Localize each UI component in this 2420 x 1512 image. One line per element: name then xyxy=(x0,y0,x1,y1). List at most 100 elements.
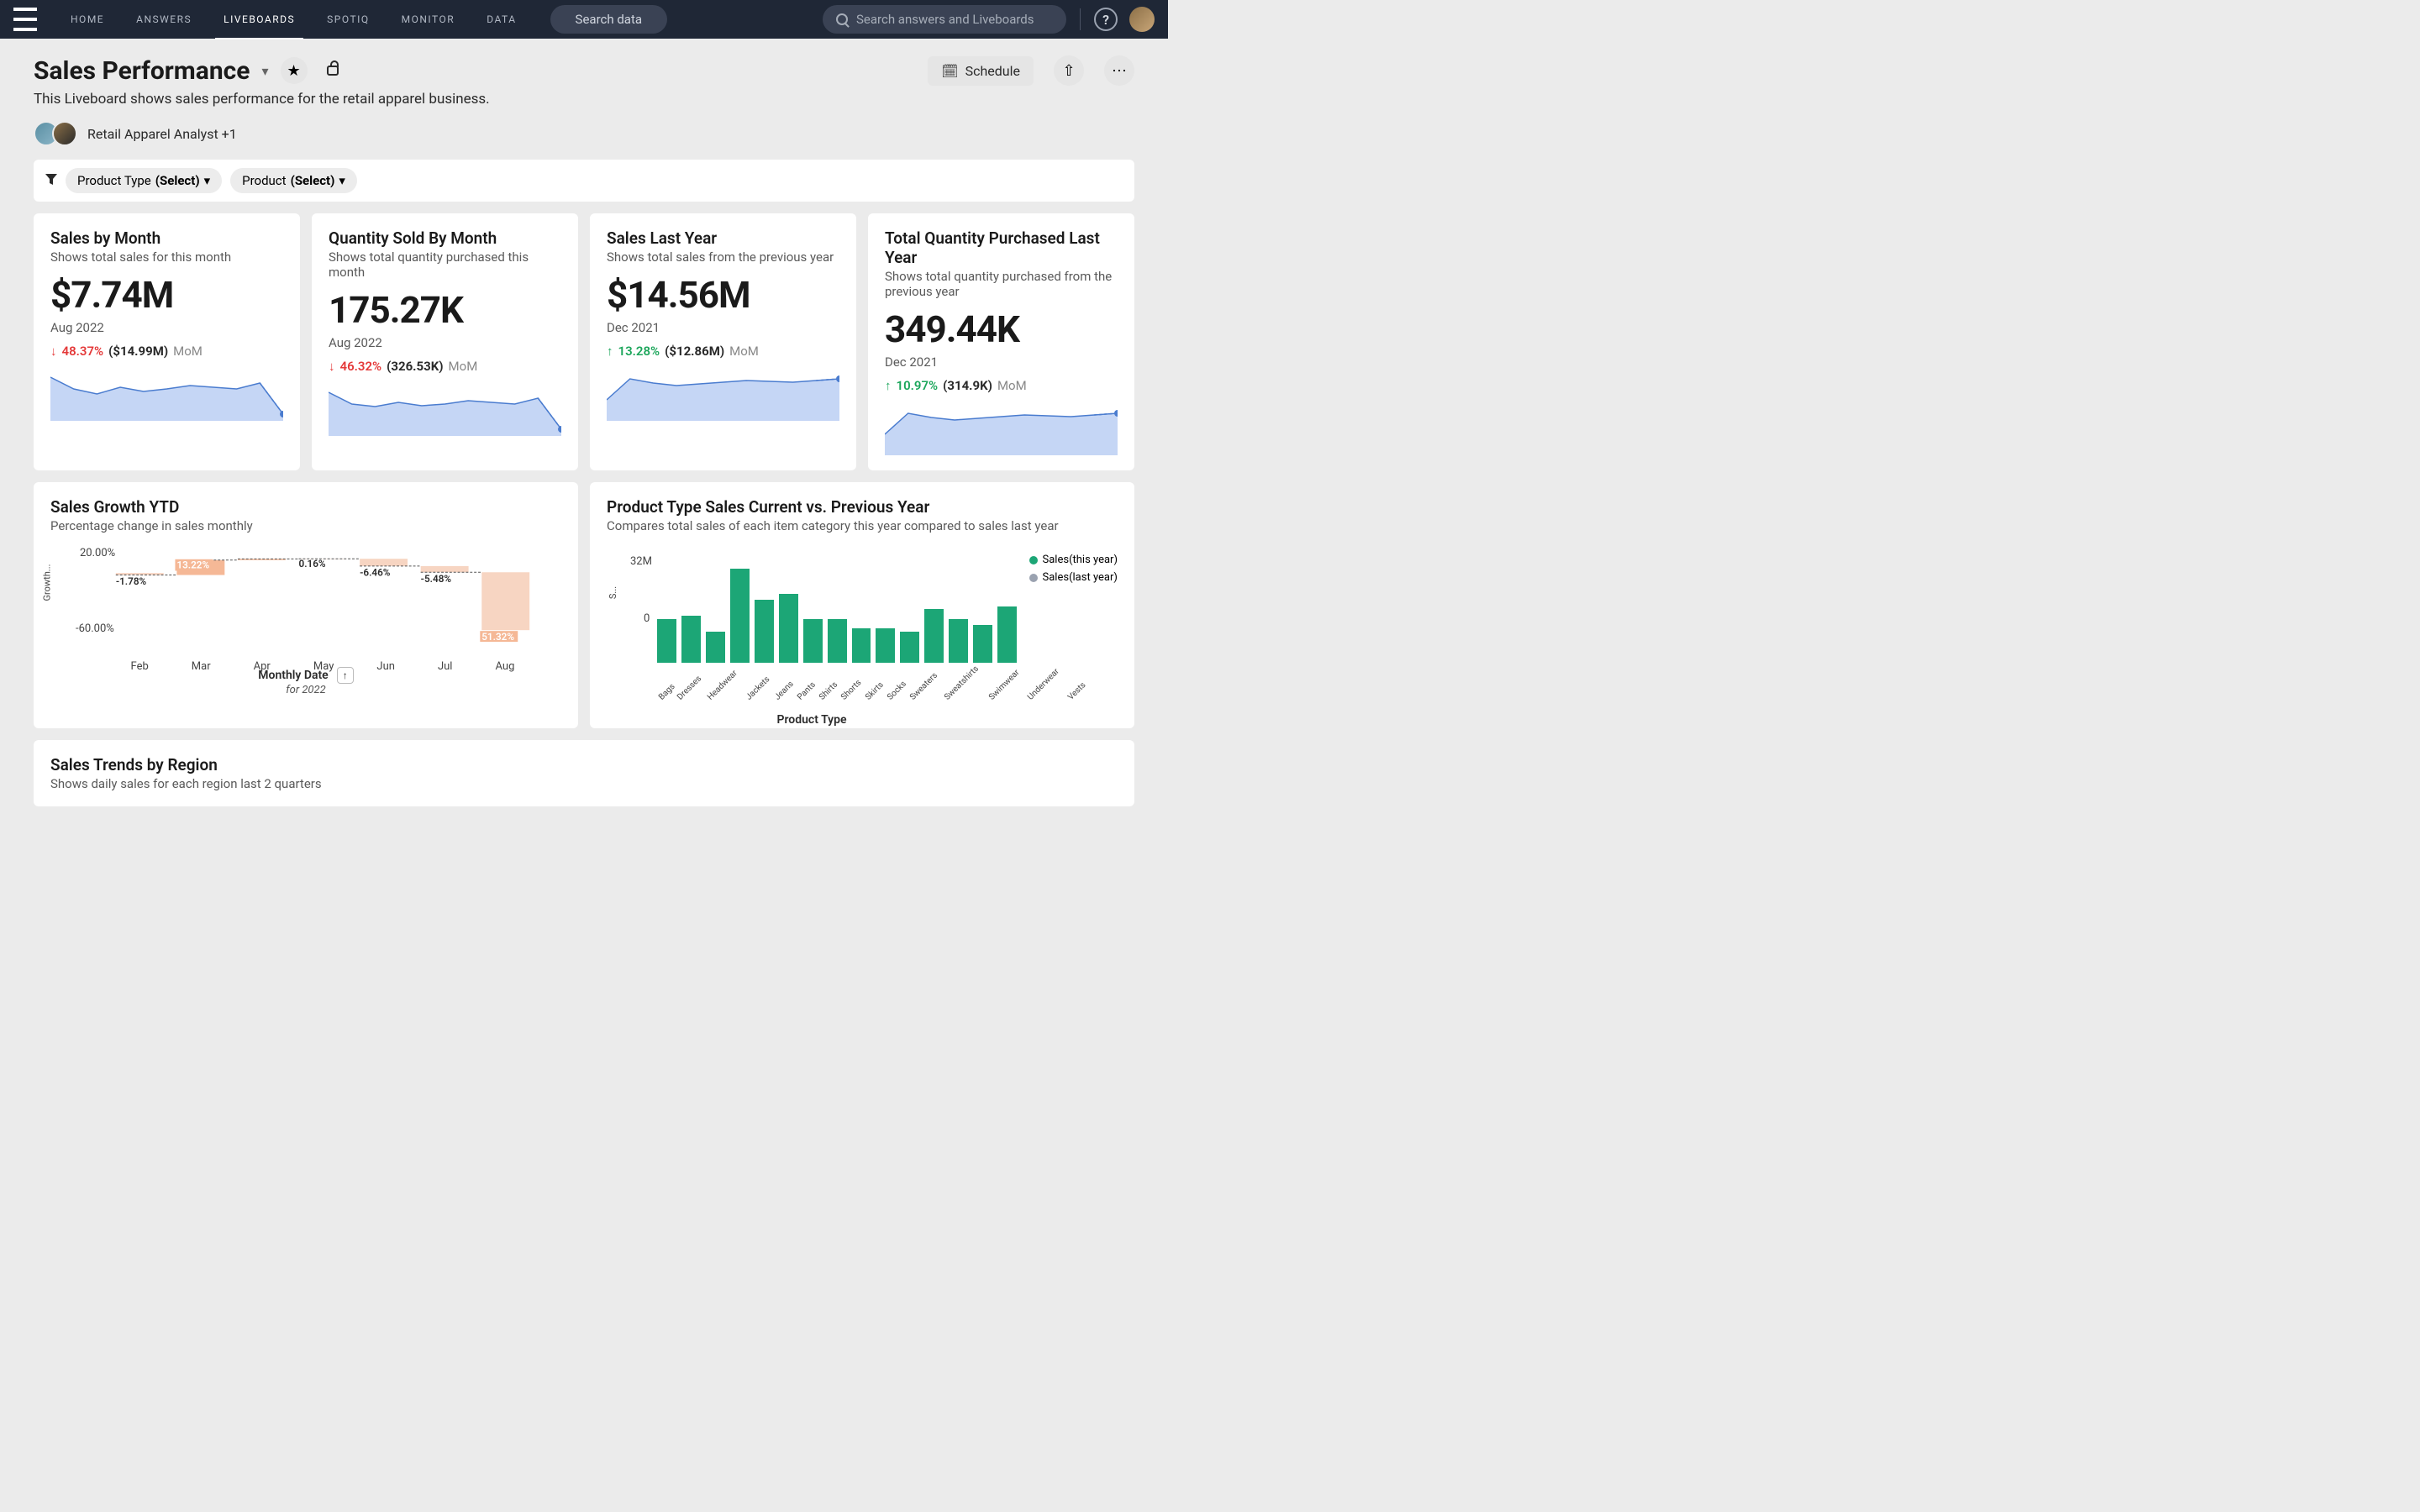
kpi-change: ↓ 48.37% ($14.99M) MoM xyxy=(50,344,283,359)
legend-item[interactable]: Sales(last year) xyxy=(1029,571,1118,584)
search-input[interactable]: Search answers and Liveboards xyxy=(823,5,1066,34)
filter-icon[interactable] xyxy=(45,173,57,189)
lock-indicator[interactable] xyxy=(319,57,346,84)
chart-title: Product Type Sales Current vs. Previous … xyxy=(607,497,1118,517)
bar[interactable] xyxy=(681,616,701,663)
bar[interactable] xyxy=(828,619,847,664)
favorite-button[interactable]: ★ xyxy=(281,57,308,84)
category-label: Sweatshirts xyxy=(943,664,981,702)
arrow-up-icon: ↑ xyxy=(885,378,892,393)
category-label: Underwear xyxy=(1026,667,1061,702)
arrow-down-icon: ↓ xyxy=(50,344,57,359)
nav-data[interactable]: DATA xyxy=(487,1,516,38)
kpi-date: Dec 2021 xyxy=(607,320,839,335)
sort-button[interactable]: ↑ xyxy=(337,667,354,684)
bar[interactable] xyxy=(755,600,774,663)
category-label: Sweaters xyxy=(908,671,939,702)
kpi-title: Quantity Sold By Month xyxy=(329,228,561,248)
bar[interactable] xyxy=(852,628,871,663)
calendar-icon: 🗓 xyxy=(941,63,958,79)
bar[interactable] xyxy=(949,619,968,664)
nav-monitor[interactable]: MONITOR xyxy=(402,1,455,38)
kpi-prev: (326.53K) xyxy=(387,359,443,374)
sparkline xyxy=(885,405,1118,455)
more-button[interactable]: ⋯ xyxy=(1104,55,1134,86)
search-data-button[interactable]: Search data xyxy=(550,5,667,34)
bar[interactable] xyxy=(779,594,798,664)
svg-text:0.16%: 0.16% xyxy=(299,558,326,570)
y-tick: 32M xyxy=(630,555,652,568)
help-button[interactable]: ? xyxy=(1094,8,1118,31)
filter-product[interactable]: Product (Select) ▾ xyxy=(230,168,357,193)
user-avatar[interactable] xyxy=(1129,7,1155,32)
share-icon: ⇧ xyxy=(1062,62,1075,80)
kpi-card[interactable]: Quantity Sold By Month Shows total quant… xyxy=(312,213,578,470)
bar[interactable] xyxy=(706,632,725,664)
bar[interactable] xyxy=(730,569,750,664)
svg-text:-6.46%: -6.46% xyxy=(360,567,391,579)
chevron-down-icon: ▾ xyxy=(204,173,211,188)
nav-spotiq[interactable]: SPOTIQ xyxy=(327,1,369,38)
kpi-value: $14.56M xyxy=(607,273,839,317)
chart-product-type[interactable]: Product Type Sales Current vs. Previous … xyxy=(590,482,1134,728)
avatar-stack[interactable] xyxy=(34,121,77,146)
legend-item[interactable]: Sales(this year) xyxy=(1029,554,1118,566)
author-row: Retail Apparel Analyst +1 xyxy=(34,121,1134,146)
divider xyxy=(1080,8,1081,30)
category-label: Skirts xyxy=(864,680,886,702)
bar[interactable] xyxy=(657,619,676,664)
chart-sales-trends[interactable]: Sales Trends by Region Shows daily sales… xyxy=(34,740,1134,806)
chart-subtitle: Compares total sales of each item catego… xyxy=(607,518,1118,533)
share-button[interactable]: ⇧ xyxy=(1054,55,1084,86)
kpi-pct: 10.97% xyxy=(897,378,939,393)
nav-home[interactable]: HOME xyxy=(71,1,104,38)
kpi-value: 175.27K xyxy=(329,288,561,332)
schedule-button[interactable]: 🗓 Schedule xyxy=(928,56,1034,86)
bar[interactable] xyxy=(900,632,919,664)
chart-sales-growth[interactable]: Sales Growth YTD Percentage change in sa… xyxy=(34,482,578,728)
x-axis-title: Monthly Date ↑ xyxy=(50,667,561,684)
bar[interactable] xyxy=(997,606,1017,664)
kpi-value: 349.44K xyxy=(885,307,1118,351)
nav-liveboards[interactable]: LIVEBOARDS xyxy=(224,1,295,38)
kpi-title: Sales by Month xyxy=(50,228,283,248)
kpi-suffix: MoM xyxy=(173,344,203,359)
kpi-card[interactable]: Sales by Month Shows total sales for thi… xyxy=(34,213,300,470)
category-label: Headwear xyxy=(706,669,739,702)
bar[interactable] xyxy=(876,628,895,663)
kpi-suffix: MoM xyxy=(449,359,478,374)
y-axis-label: Growth... xyxy=(42,564,53,601)
category-label: Shorts xyxy=(839,678,863,701)
author-label: Retail Apparel Analyst +1 xyxy=(87,126,237,142)
lock-icon xyxy=(327,66,339,76)
filter-value: (Select) xyxy=(291,173,335,188)
kpi-card[interactable]: Total Quantity Purchased Last Year Shows… xyxy=(868,213,1134,470)
kpi-suffix: MoM xyxy=(729,344,759,359)
kpi-date: Aug 2022 xyxy=(329,335,561,350)
logo[interactable] xyxy=(13,8,37,31)
nav-answers[interactable]: ANSWERS xyxy=(136,1,192,38)
kpi-subtitle: Shows total sales from the previous year xyxy=(607,249,839,265)
category-label: Jeans xyxy=(773,680,796,702)
filter-bar: Product Type (Select) ▾ Product (Select)… xyxy=(34,160,1134,202)
kpi-card[interactable]: Sales Last Year Shows total sales from t… xyxy=(590,213,856,470)
kpi-date: Dec 2021 xyxy=(885,354,1118,370)
kpi-pct: 48.37% xyxy=(62,344,104,359)
bar[interactable] xyxy=(803,619,823,664)
top-nav: HOME ANSWERS LIVEBOARDS SPOTIQ MONITOR D… xyxy=(0,0,1168,39)
category-label: Vests xyxy=(1066,680,1088,702)
nav-items: HOME ANSWERS LIVEBOARDS SPOTIQ MONITOR D… xyxy=(71,1,517,38)
bar-chart: 32M 0 S... Sales(this year) Sales(last y… xyxy=(607,545,1118,713)
filter-product-type[interactable]: Product Type (Select) ▾ xyxy=(66,168,222,193)
kpi-pct: 13.28% xyxy=(618,344,660,359)
title-dropdown[interactable]: ▾ xyxy=(261,63,268,79)
kpi-title: Total Quantity Purchased Last Year xyxy=(885,228,1118,267)
sparkline xyxy=(329,386,561,436)
bar[interactable] xyxy=(924,609,944,663)
kpi-prev: ($14.99M) xyxy=(108,344,168,359)
bar[interactable] xyxy=(973,625,992,663)
kpi-subtitle: Shows total quantity purchased this mont… xyxy=(329,249,561,280)
kpi-change: ↓ 46.32% (326.53K) MoM xyxy=(329,359,561,374)
category-label: Bags xyxy=(657,682,677,702)
star-icon: ★ xyxy=(287,62,300,80)
